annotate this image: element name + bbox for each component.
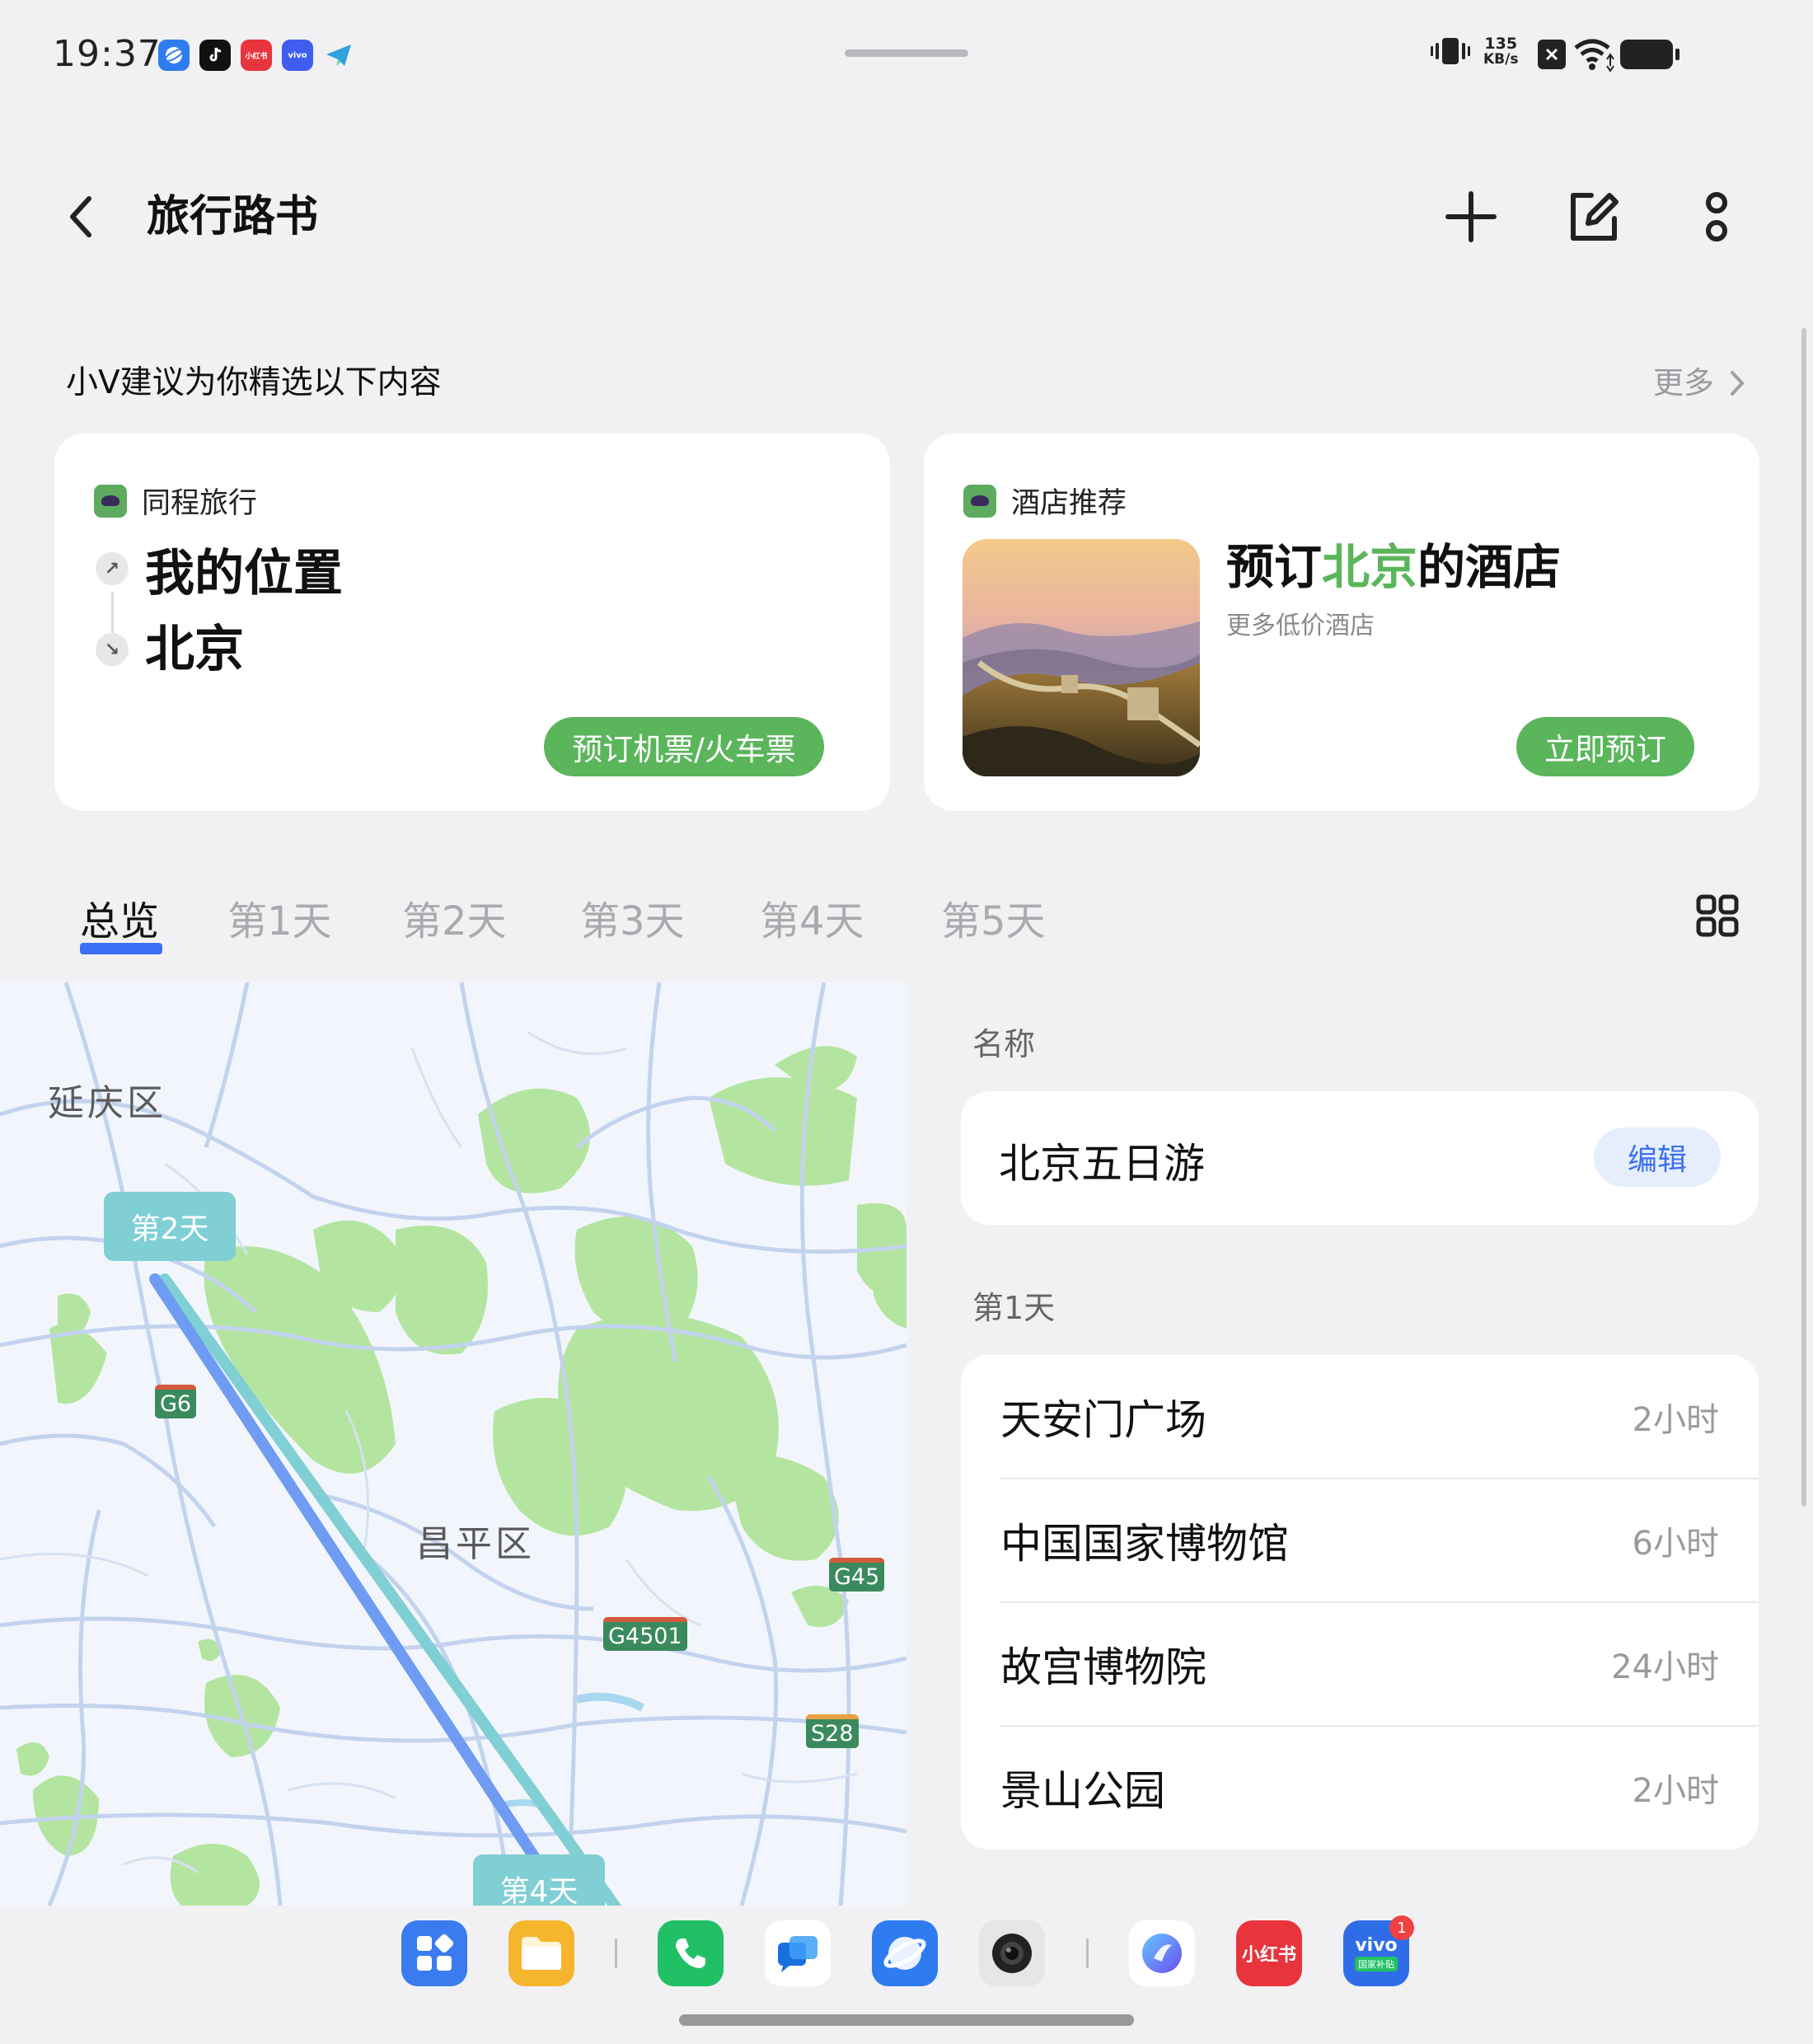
active-tab-indicator <box>80 943 162 954</box>
hotel-subtitle: 更多低价酒店 <box>1226 612 1375 640</box>
tongcheng-logo-icon <box>94 484 127 518</box>
xiaohongshu-icon: 小红书 <box>241 40 272 71</box>
notification-badge: 1 <box>1389 1915 1414 1940</box>
window-drag-handle[interactable] <box>845 49 968 57</box>
vivo-label: vivo <box>1355 1935 1398 1956</box>
vivo-icon: vivo <box>282 40 313 71</box>
plus-icon <box>1445 191 1497 242</box>
tab-day-4[interactable]: 第4天 <box>760 888 864 954</box>
dock-separator <box>615 1939 617 1968</box>
trip-name-card: 北京五日游 编辑 <box>961 1091 1759 1225</box>
vivo-subsidy-icon[interactable]: vivo 国家补贴 1 <box>1343 1915 1414 1986</box>
phone-icon[interactable] <box>658 1920 724 1986</box>
camera-icon[interactable] <box>979 1920 1045 1986</box>
jovi-icon[interactable] <box>1129 1920 1195 1986</box>
browser-icon[interactable] <box>872 1920 938 1986</box>
chevron-right-icon <box>1731 371 1745 396</box>
route-map[interactable]: 延庆区 昌平区 G6 G45 G4501 S28 第2天 第4天 <box>0 982 906 1906</box>
browser-icon <box>158 40 190 71</box>
edit-button[interactable] <box>1558 181 1628 252</box>
destination-arrow-icon: ↘ <box>96 633 129 666</box>
tab-day-3[interactable]: 第3天 <box>580 888 685 954</box>
day-4-pin[interactable]: 第4天 <box>473 1854 605 1906</box>
more-dots-icon <box>1706 192 1727 241</box>
vibrate-icon <box>1429 35 1472 68</box>
route-origin: 我的位置 <box>145 545 343 602</box>
network-speed: 135 KB/s <box>1483 35 1519 68</box>
status-time: 19:37 <box>53 33 162 75</box>
grid-view-button[interactable] <box>1696 894 1739 937</box>
files-icon[interactable] <box>508 1920 574 1986</box>
name-section-label: 名称 <box>972 1026 1036 1062</box>
day-1-poi-list: 天安门广场 2小时 中国国家博物馆 6小时 故宫博物院 24小时 景山公园 2小… <box>961 1355 1759 1849</box>
tiktok-icon <box>199 40 231 71</box>
route-destination: 北京 <box>145 621 244 678</box>
day-1-section-label: 第1天 <box>972 1290 1056 1326</box>
road-sign-g6: G6 <box>155 1385 197 1418</box>
more-label: 更多 <box>1653 365 1714 401</box>
wifi-icon <box>1572 36 1615 76</box>
hotel-title: 预订北京的酒店 <box>1226 539 1562 595</box>
list-item[interactable]: 景山公园 2小时 <box>961 1726 1759 1849</box>
add-button[interactable] <box>1436 181 1506 252</box>
trip-name: 北京五日游 <box>999 1140 1205 1188</box>
tongcheng-logo-icon <box>963 484 996 518</box>
book-tickets-button[interactable]: 预订机票/火车票 <box>544 717 824 776</box>
hotel-card-source: 酒店推荐 <box>963 480 1127 522</box>
page-title: 旅行路书 <box>147 192 319 241</box>
book-now-button[interactable]: 立即预订 <box>1516 717 1694 776</box>
edit-icon <box>1571 193 1619 241</box>
day-2-pin[interactable]: 第2天 <box>104 1192 236 1261</box>
battery-icon <box>1620 40 1679 69</box>
road-sign-g45: G45 <box>829 1558 885 1592</box>
suggestions-title: 小V建议为你精选以下内容 <box>66 364 442 401</box>
tab-day-1[interactable]: 第1天 <box>227 888 332 954</box>
road-sign-g4501: G4501 <box>603 1617 687 1651</box>
list-item[interactable]: 故宫博物院 24小时 <box>961 1602 1759 1726</box>
list-item[interactable]: 天安门广场 2小时 <box>961 1355 1759 1479</box>
telegram-icon <box>323 40 354 71</box>
list-item[interactable]: 中国国家博物馆 6小时 <box>961 1479 1759 1602</box>
tab-day-5[interactable]: 第5天 <box>941 888 1046 954</box>
map-label-yanqing: 延庆区 <box>48 1082 166 1124</box>
road-sign-s28: S28 <box>806 1714 859 1748</box>
sim-disabled-icon <box>1538 40 1566 69</box>
messages-icon[interactable] <box>765 1920 831 1986</box>
more-link[interactable]: 更多 <box>1653 363 1747 404</box>
origin-arrow-icon: ↗ <box>96 552 129 585</box>
xiaohongshu-icon[interactable]: 小红书 <box>1236 1920 1302 1986</box>
scrollbar[interactable] <box>1801 328 1806 1507</box>
grid-icon <box>1696 894 1739 937</box>
app-store-icon[interactable] <box>401 1920 467 1986</box>
home-indicator[interactable] <box>679 2014 1134 2026</box>
back-button[interactable] <box>58 188 104 246</box>
more-options-button[interactable] <box>1681 181 1752 252</box>
travel-card-source: 同程旅行 <box>94 480 257 522</box>
dock-separator <box>1086 1939 1089 1968</box>
edit-name-button[interactable]: 编辑 <box>1594 1127 1721 1187</box>
great-wall-image <box>963 539 1200 776</box>
tab-day-2[interactable]: 第2天 <box>402 888 507 954</box>
subsidy-label: 国家补贴 <box>1355 1957 1398 1971</box>
map-label-changping: 昌平区 <box>416 1523 535 1565</box>
